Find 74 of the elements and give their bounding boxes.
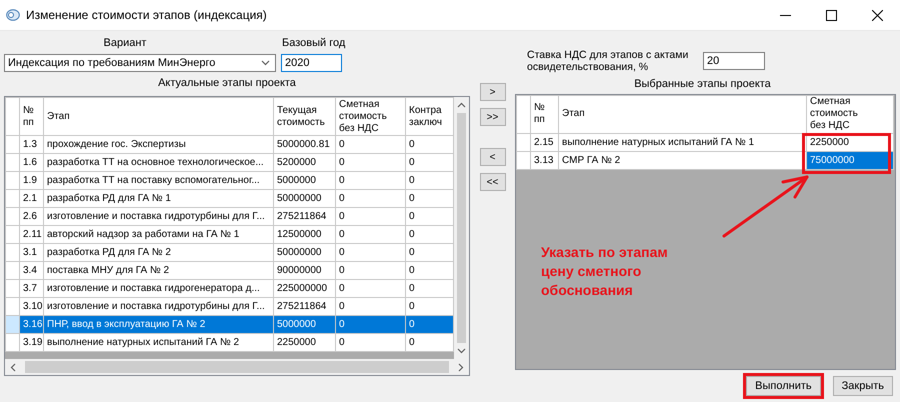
- column-header[interactable]: № пп: [20, 98, 44, 136]
- table-cell: 225000000: [274, 280, 336, 298]
- table-caption: Актуальные этапы проекта: [158, 77, 296, 89]
- year-field[interactable]: 2020: [281, 54, 342, 72]
- table-cell: разработка РД для ГА № 1: [44, 190, 274, 208]
- table-cell: 3.19: [20, 334, 44, 352]
- column-header[interactable]: Сметная стоимость без НДС: [336, 98, 406, 136]
- table-cell: 0: [336, 316, 406, 334]
- variant-label: Вариант: [104, 37, 146, 49]
- variant-dropdown[interactable]: Индексация по требованиям МинЭнерго: [4, 54, 276, 72]
- table-cell: 3.7: [20, 280, 44, 298]
- table-cell: 50000000: [274, 190, 336, 208]
- annotation-text: Указать по этапам цену сметного обоснования: [541, 242, 669, 300]
- dialog-button[interactable]: Закрыть: [832, 376, 893, 396]
- table-cell: 0: [336, 208, 406, 226]
- table-cell: 90000000: [274, 262, 336, 280]
- table-cell: 1.9: [20, 172, 44, 190]
- table-cell: 0: [336, 226, 406, 244]
- column-header[interactable]: Этап: [44, 98, 274, 136]
- table-cell: 0: [336, 136, 406, 154]
- table-cell: выполнение натурных испытаний ГА № 2: [44, 334, 274, 352]
- column-header[interactable]: № пп: [530, 95, 558, 134]
- table-cell: разработка ТТ на поставку вспомогательног...: [44, 172, 274, 190]
- table-cell: 3.16: [20, 316, 44, 334]
- table-cell: 50000000: [274, 244, 336, 262]
- table-cell: 2250000: [806, 133, 894, 152]
- table-cell: 5000000.81: [274, 136, 336, 154]
- table-cell: 5000000: [274, 172, 336, 190]
- table-cell: 1.3: [20, 136, 44, 154]
- base-year-label: Базовый год: [282, 37, 346, 49]
- column-header[interactable]: Сметная стоимость без НДС: [806, 95, 894, 134]
- table-cell: выполнение натурных испытаний ГА № 1: [558, 133, 806, 152]
- table-caption: Выбранные этапы проекта: [634, 78, 771, 90]
- column-header[interactable]: Этап: [558, 95, 806, 134]
- table-cell: СМР ГА № 2: [558, 151, 806, 170]
- table-cell: изготовление и поставка гидрогенератора д...: [44, 280, 274, 298]
- vat-rate-field[interactable]: 20: [703, 52, 765, 70]
- table-cell: 2.6: [20, 208, 44, 226]
- table-cell: 75000000: [806, 151, 894, 170]
- table-cell: 5200000: [274, 154, 336, 172]
- table-cell: 0: [336, 190, 406, 208]
- table-cell: 0: [336, 172, 406, 190]
- transfer-button[interactable]: <: [480, 148, 506, 166]
- table-cell: изготовление и поставка гидротурбины для Г...: [44, 208, 274, 226]
- table-cell: разработка ТТ на основное технологическое...: [44, 154, 274, 172]
- vat-rate-label: Ставка НДС для этапов с актами освидетельствования, %: [527, 49, 690, 73]
- table-cell: 0: [336, 334, 406, 352]
- table-cell: 2.11: [20, 226, 44, 244]
- table-cell: 2250000: [274, 334, 336, 352]
- table-cell: прохождение гос. Экспертизы: [44, 136, 274, 154]
- table-cell: 0: [406, 316, 454, 334]
- table-cell: 2.1: [20, 190, 44, 208]
- dialog-button[interactable]: Выполнить: [746, 376, 821, 396]
- table-cell: 3.4: [20, 262, 44, 280]
- table-cell: поставка МНУ для ГА № 2: [44, 262, 274, 280]
- window-title: Изменение стоимости этапов (индексация): [26, 8, 268, 22]
- transfer-button[interactable]: >: [480, 83, 506, 101]
- table-cell: ПНР, ввод в эксплуатацию ГА № 2: [44, 316, 274, 334]
- table-cell: 3.13: [530, 151, 558, 170]
- transfer-button[interactable]: <<: [480, 173, 506, 191]
- table-cell: разработка РД для ГА № 2: [44, 244, 274, 262]
- table-cell: 0: [336, 244, 406, 262]
- table-cell: 3.1: [20, 244, 44, 262]
- column-header[interactable]: Текущая стоимость: [274, 98, 336, 136]
- table-cell: 0: [336, 280, 406, 298]
- table-cell: 12500000: [274, 226, 336, 244]
- table-cell: 275211864: [274, 208, 336, 226]
- table-cell: 0: [336, 154, 406, 172]
- table-cell: 1.6: [20, 154, 44, 172]
- table-cell: 2.15: [530, 133, 558, 152]
- table-cell: 5000000: [274, 316, 336, 334]
- transfer-button[interactable]: >>: [480, 108, 506, 126]
- table-cell: 0: [336, 262, 406, 280]
- table-cell: авторский надзор за работами на ГА № 1: [44, 226, 274, 244]
